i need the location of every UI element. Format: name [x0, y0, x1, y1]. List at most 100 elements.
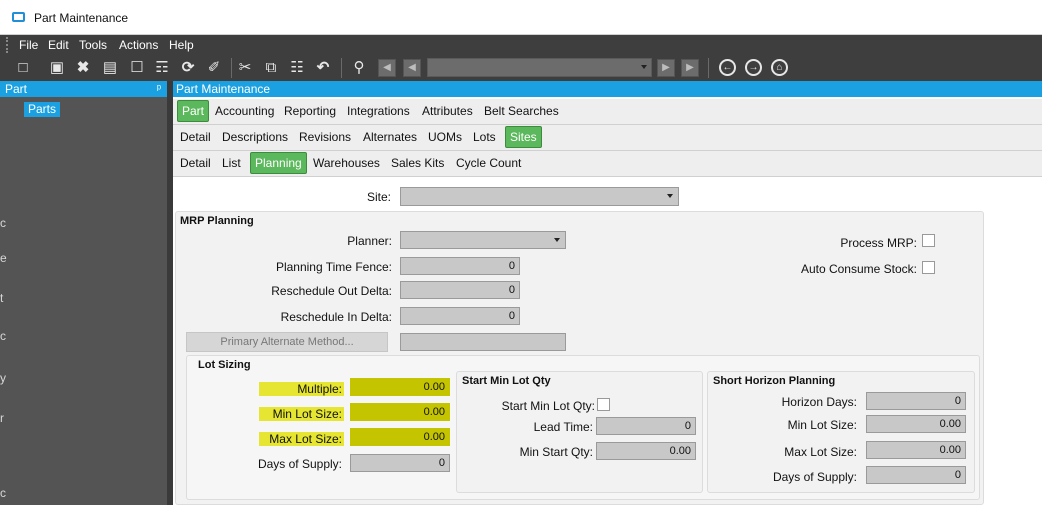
tab-site-list[interactable]: List	[222, 156, 241, 170]
undo-icon[interactable]: ↶	[314, 59, 332, 77]
tab-detail[interactable]: Detail	[180, 130, 211, 144]
tab-uoms[interactable]: UOMs	[428, 130, 462, 144]
horizon-days-label: Horizon Days:	[781, 395, 857, 409]
short-max-lot-size-field[interactable]: 0.00	[866, 441, 966, 459]
window-title: Part Maintenance	[34, 11, 129, 25]
short-days-of-supply-label: Days of Supply:	[772, 470, 857, 484]
tab-sales-kits[interactable]: Sales Kits	[391, 156, 444, 170]
search-icon[interactable]: ⚲	[350, 59, 368, 77]
process-mrp-label: Process MRP:	[840, 236, 917, 250]
menu-edit[interactable]: Edit	[48, 38, 69, 52]
tab-attributes[interactable]: Attributes	[422, 104, 473, 118]
last-icon[interactable]: ▶	[681, 59, 699, 77]
planning-time-fence-label: Planning Time Fence:	[275, 260, 392, 274]
short-days-of-supply-field[interactable]: 0	[866, 466, 966, 484]
new-icon[interactable]: □	[14, 59, 32, 77]
site-combo[interactable]	[400, 187, 679, 206]
tab-descriptions[interactable]: Descriptions	[222, 130, 288, 144]
pin-icon[interactable]: ᵖ	[157, 81, 161, 97]
mrp-planning-group: MRP Planning Planner: Planning Time Fenc…	[175, 211, 984, 505]
toolbar-separator	[341, 58, 342, 78]
lot-sizing-group: Lot Sizing Multiple: 0.00 Min Lot Size: …	[186, 355, 980, 500]
chevron-down-icon	[641, 65, 647, 69]
window-titlebar: Part Maintenance	[0, 0, 1042, 35]
note-icon[interactable]: ☐	[128, 59, 146, 77]
menu-bar: File Edit Tools Actions Help	[0, 35, 1042, 55]
tab-row-main: Part Accounting Reporting Integrations A…	[173, 99, 1042, 125]
min-lot-size-field[interactable]: 0.00	[350, 403, 450, 421]
start-min-lot-qty-title: Start Min Lot Qty	[462, 375, 551, 387]
primary-alternate-method-field[interactable]	[400, 333, 566, 351]
attach-icon[interactable]: ☶	[153, 59, 171, 77]
menu-actions[interactable]: Actions	[119, 38, 158, 52]
tab-sites[interactable]: Sites	[505, 126, 542, 148]
tree-panel: Part ᵖ Parts c e t c y r c	[0, 81, 167, 505]
start-min-lot-qty-group: Start Min Lot Qty Start Min Lot Qty: Lea…	[456, 371, 703, 493]
primary-alternate-method-button[interactable]: Primary Alternate Method...	[186, 332, 388, 352]
copy-icon[interactable]: ⧉	[262, 59, 280, 77]
prev-icon[interactable]: ◀	[403, 59, 421, 77]
start-min-lot-qty-checkbox[interactable]	[597, 398, 610, 411]
max-lot-size-label: Max Lot Size:	[259, 432, 344, 446]
planner-label: Planner:	[347, 234, 392, 248]
min-start-qty-field[interactable]: 0.00	[596, 442, 696, 460]
reschedule-out-label: Reschedule Out Delta:	[271, 284, 392, 298]
chevron-down-icon	[667, 194, 673, 198]
first-icon[interactable]: ◀	[378, 59, 396, 77]
short-horizon-group: Short Horizon Planning Horizon Days: 0 M…	[707, 371, 975, 493]
tab-planning[interactable]: Planning	[250, 152, 307, 174]
menu-help[interactable]: Help	[169, 38, 194, 52]
lot-sizing-title: Lot Sizing	[198, 359, 251, 371]
menu-tools[interactable]: Tools	[79, 38, 107, 52]
next-icon[interactable]: ▶	[657, 59, 675, 77]
forward-icon[interactable]: →	[745, 59, 762, 76]
menu-file[interactable]: File	[19, 38, 38, 52]
tab-site-detail[interactable]: Detail	[180, 156, 211, 170]
edge-text: c	[0, 486, 6, 500]
tab-revisions[interactable]: Revisions	[299, 130, 351, 144]
short-min-lot-size-label: Min Lot Size:	[787, 418, 857, 432]
reschedule-in-field[interactable]: 0	[400, 307, 520, 325]
auto-consume-label: Auto Consume Stock:	[800, 262, 917, 276]
planner-combo[interactable]	[400, 231, 566, 249]
reschedule-out-field[interactable]: 0	[400, 281, 520, 299]
record-selector[interactable]	[427, 58, 652, 77]
planning-time-fence-field[interactable]: 0	[400, 257, 520, 275]
home-icon[interactable]: ⌂	[771, 59, 788, 76]
process-mrp-checkbox[interactable]	[922, 234, 935, 247]
tab-cycle-count[interactable]: Cycle Count	[456, 156, 521, 170]
max-lot-size-field[interactable]: 0.00	[350, 428, 450, 446]
tab-lots[interactable]: Lots	[473, 130, 496, 144]
clear-icon[interactable]: ✐	[205, 59, 223, 77]
refresh-icon[interactable]: ⟳	[179, 59, 197, 77]
edge-text: r	[0, 411, 4, 425]
short-horizon-title: Short Horizon Planning	[713, 375, 836, 387]
short-max-lot-size-label: Max Lot Size:	[784, 445, 857, 459]
tab-row-sites: Detail List Planning Warehouses Sales Ki…	[173, 151, 1042, 177]
lead-time-field[interactable]: 0	[596, 417, 696, 435]
book-icon[interactable]: ▤	[101, 59, 119, 77]
cut-icon[interactable]: ✂	[236, 59, 254, 77]
back-icon[interactable]: ←	[719, 59, 736, 76]
save-icon[interactable]: ▣	[48, 59, 66, 77]
tab-part[interactable]: Part	[177, 100, 210, 122]
edge-text: y	[0, 371, 6, 385]
tab-alternates[interactable]: Alternates	[363, 130, 417, 144]
tab-warehouses[interactable]: Warehouses	[313, 156, 380, 170]
horizon-days-field[interactable]: 0	[866, 392, 966, 410]
tab-reporting[interactable]: Reporting	[284, 104, 336, 118]
chevron-down-icon	[554, 238, 560, 242]
tab-integrations[interactable]: Integrations	[347, 104, 410, 118]
auto-consume-checkbox[interactable]	[922, 261, 935, 274]
paste-icon[interactable]: ☷	[288, 59, 306, 77]
delete-icon[interactable]: ✖	[74, 59, 92, 77]
tree-item-parts[interactable]: Parts	[24, 102, 61, 117]
tab-belt-searches[interactable]: Belt Searches	[484, 104, 559, 118]
multiple-field[interactable]: 0.00	[350, 378, 450, 396]
days-of-supply-field[interactable]: 0	[350, 454, 450, 472]
edge-text: t	[0, 291, 4, 305]
tab-accounting[interactable]: Accounting	[215, 104, 274, 118]
short-min-lot-size-field[interactable]: 0.00	[866, 415, 966, 433]
start-min-lot-qty-label: Start Min Lot Qty:	[501, 399, 595, 413]
main-panel: Part Maintenance Part Accounting Reporti…	[173, 81, 1042, 505]
